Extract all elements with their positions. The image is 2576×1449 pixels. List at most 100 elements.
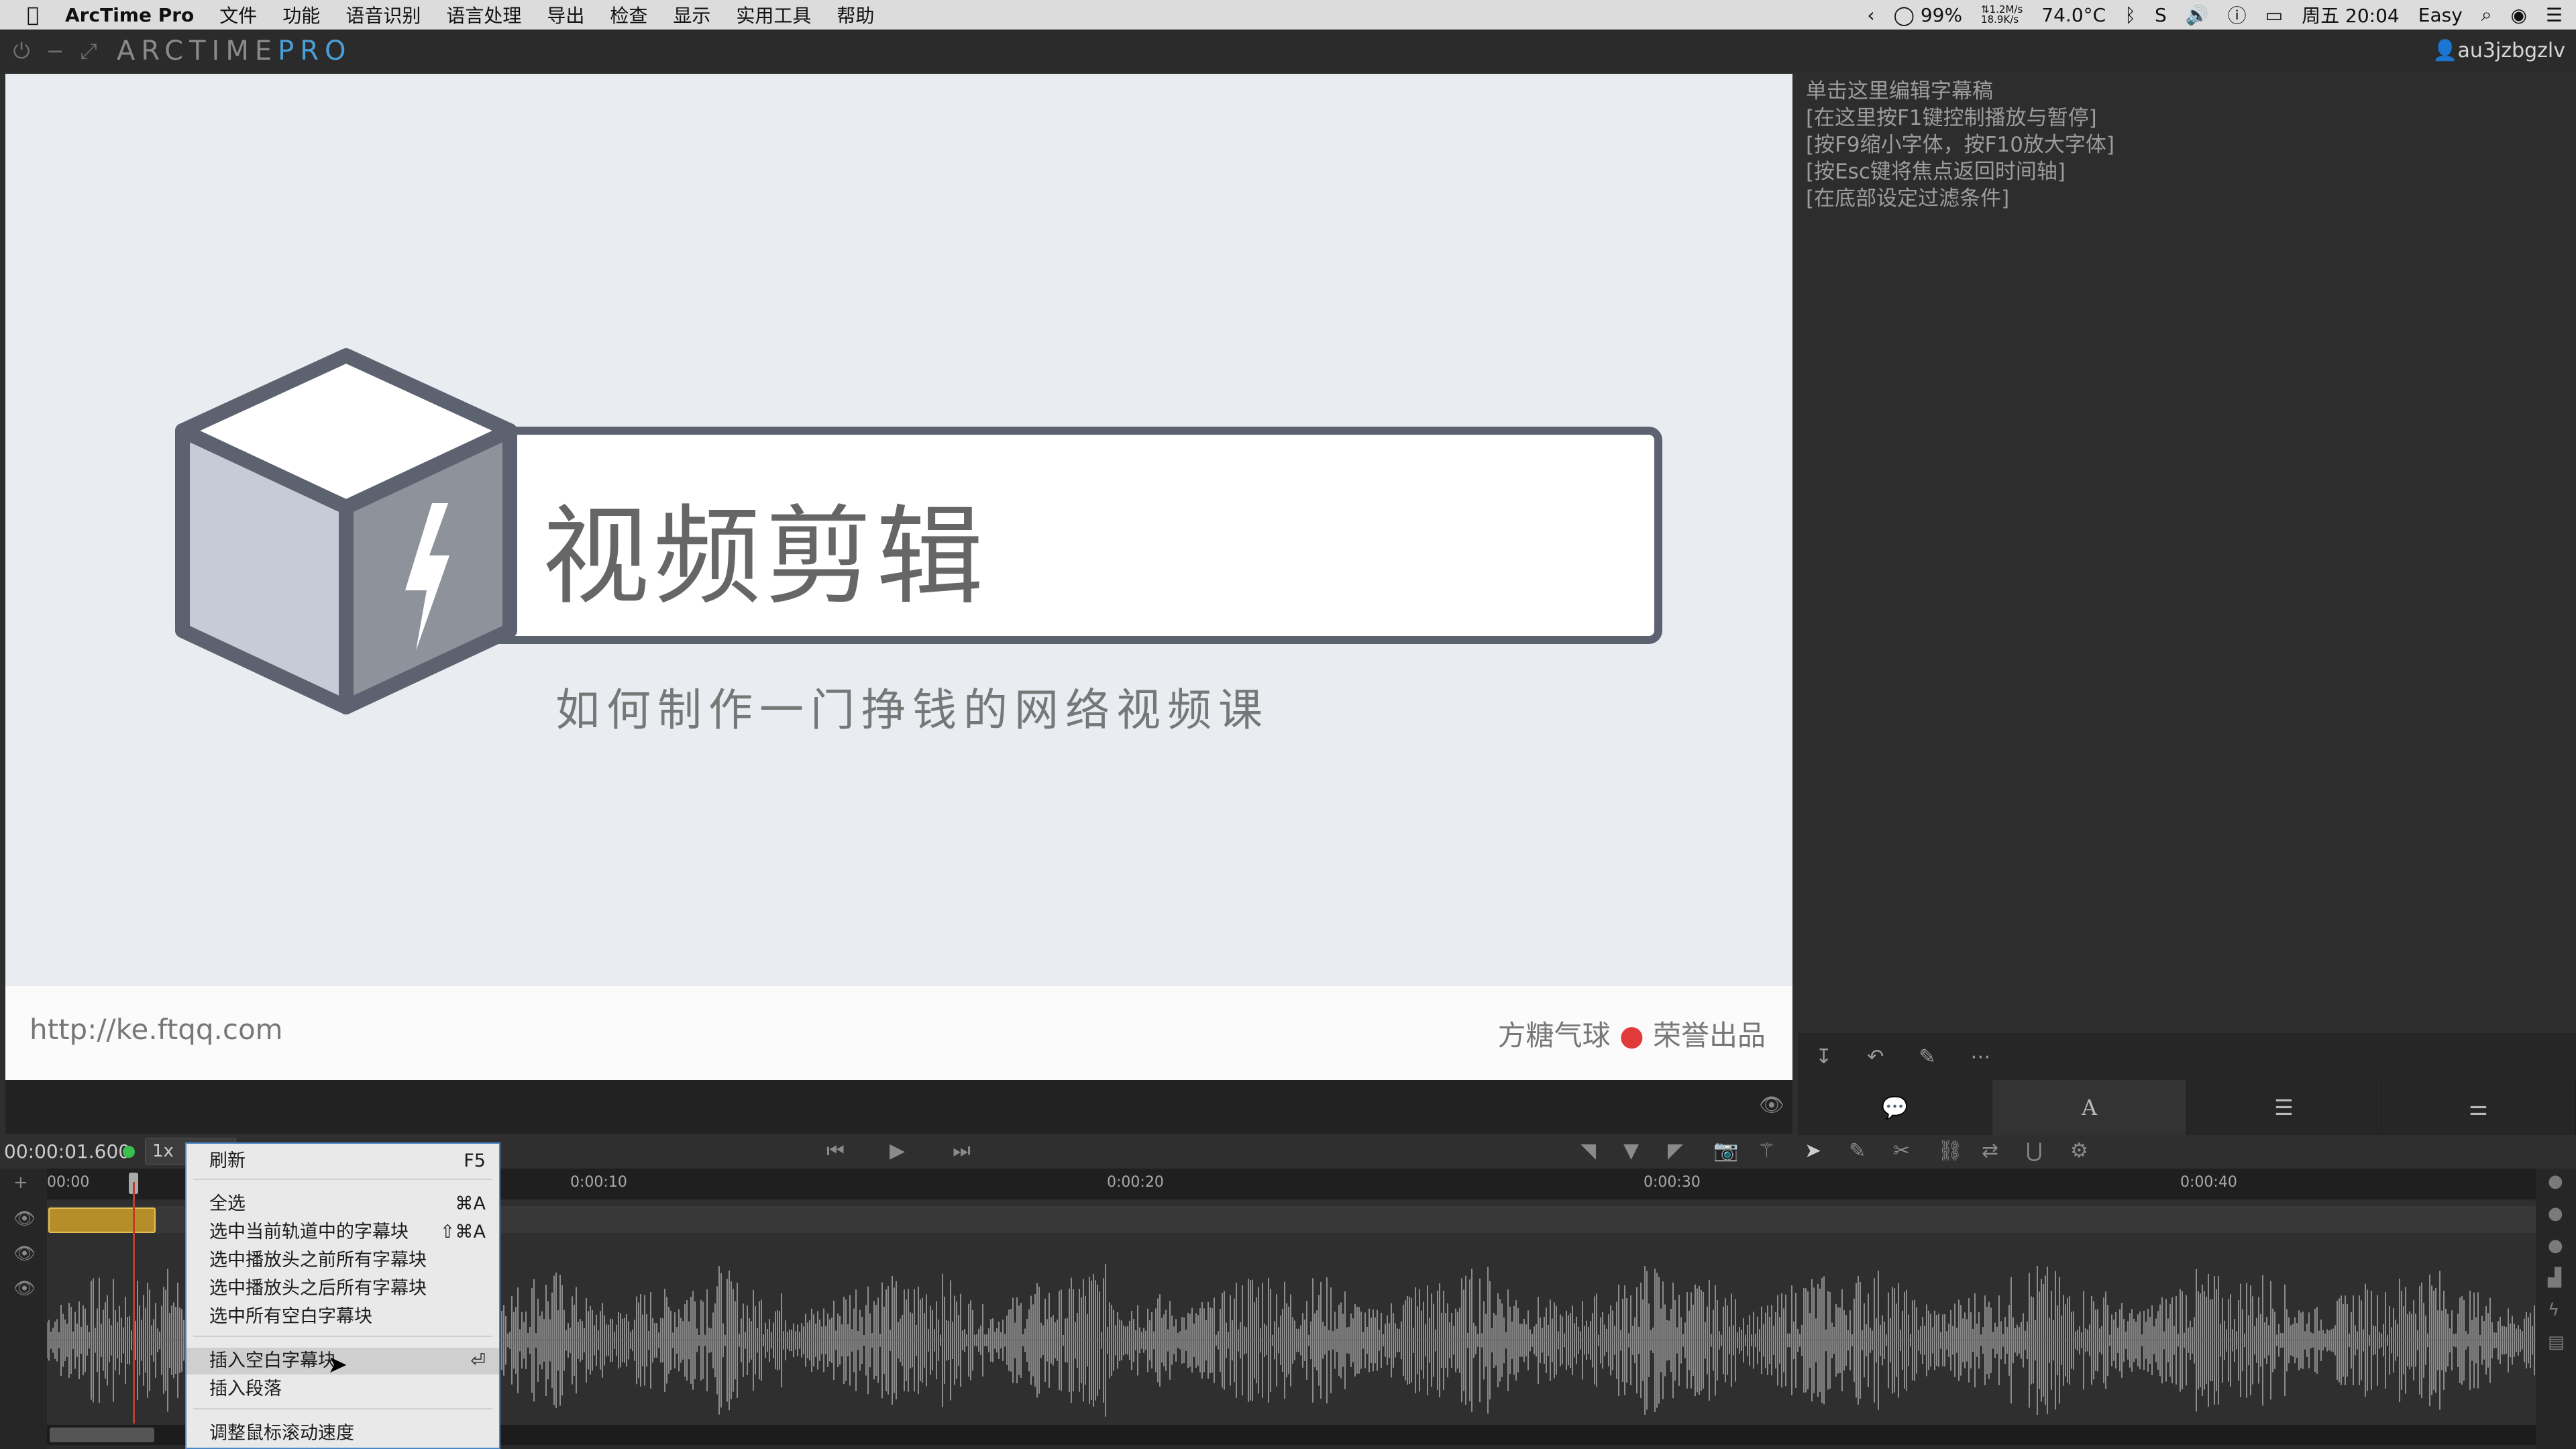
menu-language-processing[interactable]: 语言处理 [433,1,534,28]
bluetooth-icon[interactable]: ᛒ [2125,4,2136,26]
menu-shortcut: ⏎ [470,1350,486,1371]
eye-icon[interactable]: 👁 [13,1279,36,1299]
menu-item-scroll-speed[interactable]: 调整鼠标滚动速度 [186,1420,499,1447]
cpu-temp[interactable]: 74.0°C [2041,4,2106,26]
undo-icon[interactable]: ↶ [1867,1045,1884,1069]
zoom-fit-icon[interactable]: ● [2548,1236,2563,1256]
menu-speech-recognition[interactable]: 语音识别 [333,1,433,28]
add-track-icon[interactable]: + [13,1173,28,1193]
mouse-cursor-icon: ➤ [327,1351,348,1379]
menu-item-insert-paragraph[interactable]: 插入段落 [186,1376,499,1403]
menu-separator [193,1179,492,1180]
menu-item-select-all[interactable]: 全选 ⌘A [186,1191,499,1218]
zoom-in-icon[interactable]: ● [2548,1171,2563,1191]
network-speed[interactable]: ⇅1.2M/s 18.9K/s [1981,5,2023,25]
menu-function[interactable]: 功能 [270,1,333,28]
airplay-icon[interactable]: ▭ [2265,4,2283,26]
ruler-tick: 00:00 [47,1174,90,1191]
prev-icon[interactable]: ⏮ [826,1139,845,1163]
power-icon[interactable]: ⏻ [9,38,34,64]
menu-export[interactable]: 导出 [534,1,597,28]
logo-main: ARCTIME [117,36,278,66]
menu-item-select-empty[interactable]: 选中所有空白字幕块 [186,1303,499,1330]
menu-help[interactable]: 帮助 [824,1,887,28]
mark-out-icon[interactable]: ◤ [1668,1139,1683,1163]
menu-tools[interactable]: 实用工具 [723,1,824,28]
pencil-icon[interactable]: ✎ [1919,1045,1935,1069]
preview-url: http://ke.ftqq.com [30,1013,283,1046]
import-icon[interactable]: ↧ [1815,1045,1832,1069]
app-logo: ARCTIMEPRO [117,36,352,66]
magnet-icon[interactable]: ⋃ [2026,1139,2043,1163]
script-editor[interactable]: 单击这里编辑字幕稿 [在这里按F1键控制播放与暂停] [按F9缩小字体，按F10… [1798,74,2576,1033]
menu-item-select-after[interactable]: 选中播放头之后所有字幕块 [186,1275,499,1302]
fullscreen-icon[interactable]: ⤢ [76,38,101,64]
list-icon[interactable]: ☰ [2546,4,2563,26]
battery-percent: 99% [1920,3,1963,26]
siri-icon[interactable]: ◉ [2510,4,2526,26]
script-line: [按F9缩小字体，按F10放大字体] [1806,133,2115,157]
app-status-icon[interactable]: S [2155,4,2167,26]
mark-in-icon[interactable]: ◥ [1580,1139,1596,1163]
mark-icon[interactable]: ▼ [1623,1139,1639,1163]
more-icon[interactable]: ⋯ [1970,1045,1990,1069]
ruler-tick: 0:00:10 [570,1174,627,1191]
zoom-out-icon[interactable]: ● [2548,1203,2563,1224]
menu-item-select-track[interactable]: 选中当前轨道中的字幕块 ⇧⌘A [186,1219,499,1246]
subtitle-block[interactable] [48,1208,156,1233]
menu-item-refresh[interactable]: 刷新 F5 [186,1148,499,1175]
search-icon[interactable]: ⌕ [2481,3,2492,26]
menu-file[interactable]: 文件 [207,1,270,28]
eye-icon[interactable]: 👁 [13,1244,36,1264]
swap-icon[interactable]: ⇄ [1982,1139,1998,1163]
status-area: ‹ ◯ 99% ⇅1.2M/s 18.9K/s 74.0°C ᛒ S 🔊 ⓘ ▭ … [1867,0,2563,30]
preview-title: 视频剪辑 [542,494,988,619]
script-line: [在这里按F1键控制播放与暂停] [1806,106,2097,130]
app-title-bar: ⏻ − ⤢ ARCTIMEPRO 👤au3jzbgzlv [0,30,2576,72]
play-icon[interactable]: ▶ [890,1139,905,1163]
menu-item-label: 插入空白字幕块 [209,1350,336,1371]
ruler-tick: 0:00:20 [1107,1174,1164,1191]
menu-bar:  ArcTime Pro 文件 功能 语音识别 语言处理 导出 检查 显示 实… [0,0,2576,30]
script-line: [在底部设定过滤条件] [1806,186,2010,211]
menu-check[interactable]: 检查 [597,1,660,28]
input-method[interactable]: Easy [2418,4,2463,26]
tab-list[interactable]: ☰ [2187,1080,2381,1135]
script-line: 单击这里编辑字幕稿 [1806,79,1993,103]
link-icon[interactable]: ⛓ [1937,1139,1963,1163]
tab-subtitles[interactable]: 💬 [1798,1080,1992,1135]
menu-app-name[interactable]: ArcTime Pro [52,4,207,26]
panel-icon[interactable]: ▤ [2548,1332,2565,1352]
clock[interactable]: 周五 20:04 [2302,1,2400,28]
tab-font[interactable]: A [1992,1080,2187,1135]
gear-icon[interactable]: ⚙ [2070,1139,2088,1163]
zoom-controls: ● ● ● ▟ ϟ ▤ [2536,1169,2576,1449]
battery-status[interactable]: ◯ 99% [1894,4,1962,26]
camera-icon[interactable]: 📷 [1713,1139,1738,1163]
menu-display[interactable]: 显示 [660,1,723,28]
cursor-tool-icon[interactable]: ➤ [1805,1139,1821,1163]
chevron-left-icon[interactable]: ‹ [1867,4,1874,26]
wand-icon[interactable]: ⚚ [1758,1139,1776,1163]
script-toolbar: ↧ ↶ ✎ ⋯ [1798,1033,2576,1080]
menu-item-select-before[interactable]: 选中播放头之前所有字幕块 [186,1247,499,1274]
edit-tool-icon[interactable]: ✎ [1849,1139,1866,1163]
playhead[interactable] [133,1182,135,1424]
scroll-thumb[interactable] [50,1428,154,1442]
menu-item-label: 选中所有空白字幕块 [209,1306,372,1327]
chart-icon[interactable]: ▟ [2548,1268,2561,1288]
info-icon[interactable]: ⓘ [2228,1,2247,28]
user-account[interactable]: 👤au3jzbgzlv [2432,39,2565,62]
volume-icon[interactable]: 🔊 [2186,4,2209,26]
menu-item-label: 选中当前轨道中的字幕块 [209,1222,409,1242]
video-preview[interactable]: 视频剪辑 如何制作一门挣钱的网络视频课 http://ke.ftqq.com 方… [5,74,1792,1080]
bolt-icon[interactable]: ϟ [2548,1300,2559,1320]
tab-settings[interactable]: ⚌ [2381,1080,2576,1135]
minimize-icon[interactable]: − [43,38,67,64]
eye-icon[interactable]: 👁 [1759,1093,1784,1117]
scissors-icon[interactable]: ✂ [1893,1139,1910,1163]
apple-icon[interactable]:  [0,3,52,27]
context-menu: 刷新 F5 全选 ⌘A 选中当前轨道中的字幕块 ⇧⌘A 选中播放头之前所有字幕块 选中… [185,1142,500,1449]
next-icon[interactable]: ⏭ [953,1139,971,1163]
eye-icon[interactable]: 👁 [13,1209,36,1229]
